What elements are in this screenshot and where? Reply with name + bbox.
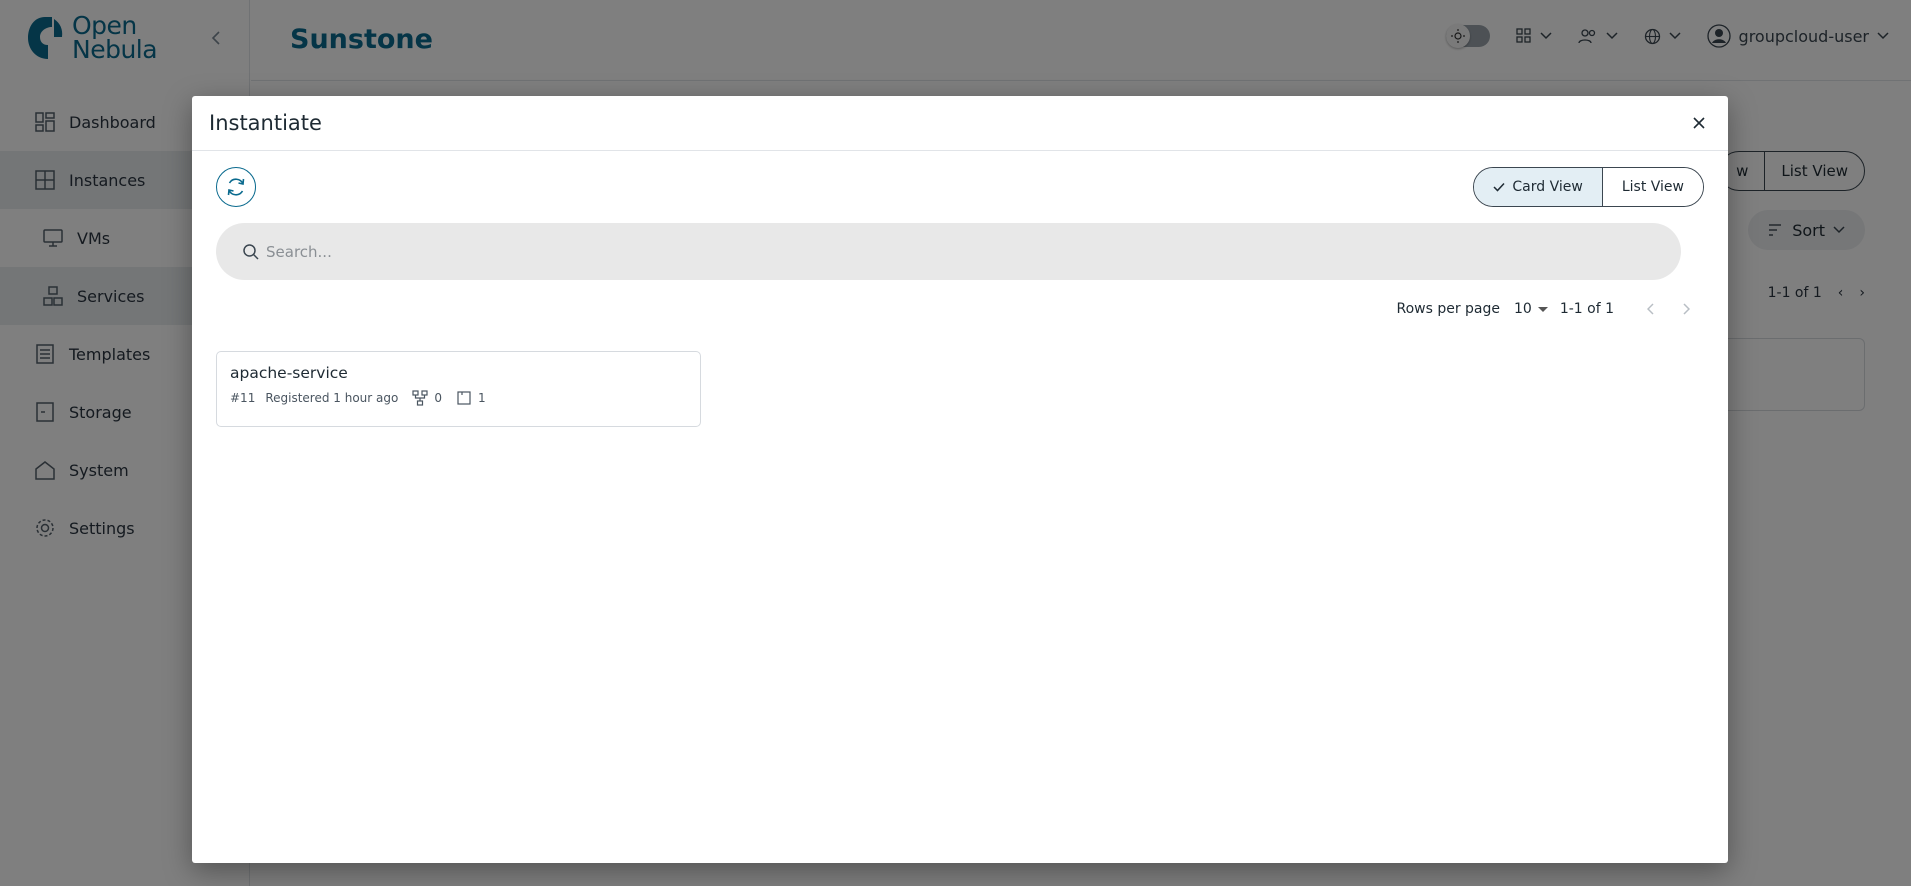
roles-count-value: 1 (478, 391, 486, 405)
card-view-label: Card View (1512, 179, 1583, 195)
refresh-icon (227, 178, 245, 196)
next-page-button[interactable] (1674, 297, 1698, 321)
card-view-button[interactable]: Card View (1474, 168, 1602, 206)
service-template-id: #11 (230, 391, 256, 405)
service-template-card[interactable]: apache-service #11 Registered 1 hour ago… (216, 351, 701, 427)
networks-count: 0 (412, 390, 442, 406)
instantiate-dialog: Instantiate Card View List View Rows per… (192, 96, 1728, 863)
service-template-name: apache-service (230, 364, 348, 382)
search-bar (216, 223, 1681, 280)
view-mode-toggle: Card View List View (1473, 167, 1704, 207)
chevron-right-icon (1683, 303, 1690, 315)
pagination: Rows per page 10 1-1 of 1 (1396, 297, 1698, 321)
previous-page-button[interactable] (1639, 297, 1663, 321)
rows-per-page-select[interactable]: 10 (1514, 301, 1548, 317)
search-icon (243, 243, 259, 260)
roles-count: 1 (456, 390, 486, 406)
service-template-meta: #11 Registered 1 hour ago 0 1 (230, 390, 687, 406)
rows-per-page-label: Rows per page (1396, 301, 1500, 317)
caret-down-icon (1537, 306, 1548, 312)
dialog-title: Instantiate (209, 111, 322, 135)
registered-time: Registered 1 hour ago (265, 391, 399, 405)
page-range: 1-1 of 1 (1559, 301, 1614, 317)
list-view-button[interactable]: List View (1601, 168, 1703, 206)
rows-per-page-value: 10 (1514, 301, 1532, 317)
dialog-header: Instantiate (192, 96, 1728, 151)
refresh-button[interactable] (216, 167, 256, 207)
chevron-left-icon (1647, 303, 1654, 315)
close-icon (1693, 117, 1705, 129)
network-icon (412, 390, 428, 406)
networks-count-value: 0 (434, 391, 442, 405)
roles-icon (457, 391, 471, 405)
check-icon (1493, 182, 1505, 192)
list-view-label: List View (1621, 179, 1684, 195)
close-dialog-button[interactable] (1688, 112, 1710, 134)
search-input[interactable] (266, 242, 1666, 261)
